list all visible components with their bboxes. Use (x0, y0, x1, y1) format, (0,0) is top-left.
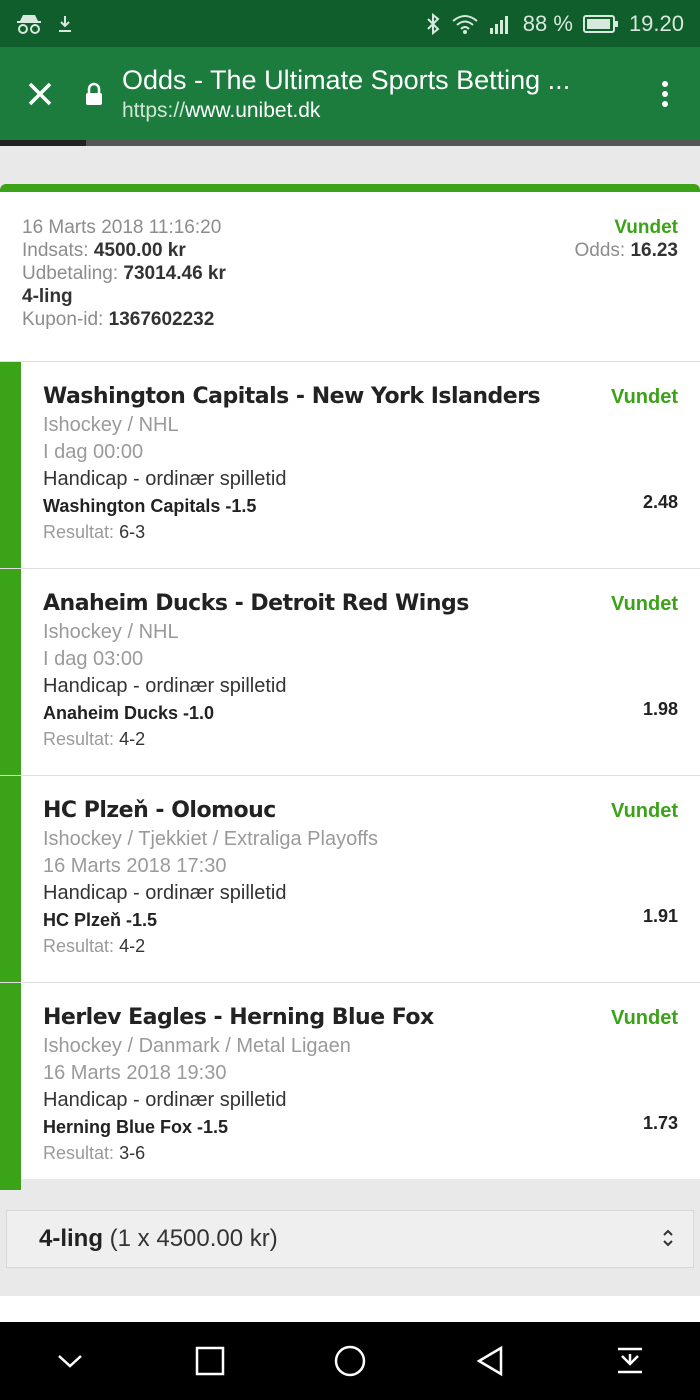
leg-selection: Washington Capitals -1.5 (43, 496, 257, 516)
bet-leg: Washington Capitals - New York Islanders… (0, 362, 700, 569)
ticket-summary: 16 Marts 2018 11:16:20 Indsats: 4500.00 … (0, 192, 700, 362)
leg-odds: 2.48 (642, 492, 678, 512)
ticket-payout: Udbetaling: 73014.46 kr (22, 263, 226, 284)
bet-leg: Anaheim Ducks - Detroit Red Wings Vundet… (0, 569, 700, 776)
more-vert-icon (662, 80, 668, 107)
leg-match: Washington Capitals - New York Islanders (43, 384, 541, 409)
leg-status: Vundet (610, 1007, 678, 1029)
leg-selection: HC Plzeň -1.5 (43, 910, 158, 930)
bet-ticket-card: 16 Marts 2018 11:16:20 Indsats: 4500.00 … (0, 184, 700, 1190)
leg-odds: 1.98 (642, 699, 678, 719)
bet-history-content: 16 Marts 2018 11:16:20 Indsats: 4500.00 … (0, 146, 700, 1322)
bet-type-selector[interactable]: 4-ling (1 x 4500.00 kr) (6, 1210, 694, 1268)
status-bar: 88 % 19.20 (0, 0, 700, 47)
overflow-menu-button[interactable] (630, 47, 700, 140)
leg-league: Ishockey / Danmark / Metal Ligaen (43, 1035, 351, 1057)
leg-match: Anaheim Ducks - Detroit Red Wings (43, 591, 469, 616)
ticket-status: Vundet (614, 217, 678, 238)
leg-time: 16 Marts 2018 19:30 (43, 1062, 227, 1084)
chevron-updown-icon (661, 1227, 675, 1256)
leg-market: Handicap - ordinær spilletid (43, 1089, 287, 1111)
back-button[interactable] (450, 1322, 530, 1400)
leg-league: Ishockey / Tjekkiet / Extraliga Playoffs (43, 828, 378, 850)
recent-apps-button[interactable] (170, 1322, 250, 1400)
wifi-icon (451, 13, 479, 35)
hide-nav-button[interactable] (30, 1322, 110, 1400)
clock: 19.20 (628, 10, 684, 36)
circle-icon (334, 1345, 366, 1377)
browser-toolbar: Odds - The Ultimate Sports Betting ... h… (0, 47, 700, 140)
leg-market: Handicap - ordinær spilletid (43, 882, 287, 904)
ticket-bet-type: 4-ling (22, 286, 73, 307)
home-button[interactable] (310, 1322, 390, 1400)
leg-selection: Anaheim Ducks -1.0 (43, 703, 215, 723)
leg-match: Herlev Eagles - Herning Blue Fox (43, 1005, 434, 1030)
leg-status: Vundet (610, 593, 678, 615)
close-icon (28, 82, 52, 105)
page-title: Odds - The Ultimate Sports Betting ... (122, 64, 571, 95)
leg-odds: 1.73 (642, 1113, 678, 1133)
selector-detail: (1 x 4500.00 kr) (109, 1225, 278, 1252)
bet-leg: Herlev Eagles - Herning Blue Fox Vundet … (0, 983, 700, 1190)
battery-percent: 88 % (522, 10, 573, 36)
bet-leg: HC Plzeň - Olomouc Vundet Ishockey / Tje… (0, 776, 700, 983)
page-title-block[interactable]: Odds - The Ultimate Sports Betting ... h… (114, 65, 630, 123)
leg-time: I dag 00:00 (43, 441, 144, 463)
leg-time: 16 Marts 2018 17:30 (43, 855, 227, 877)
leg-selection: Herning Blue Fox -1.5 (43, 1117, 229, 1137)
notifications-pulldown-button[interactable] (590, 1322, 670, 1400)
signal-icon (489, 13, 513, 35)
leg-market: Handicap - ordinær spilletid (43, 675, 287, 697)
selector-type: 4-ling (39, 1225, 103, 1252)
bluetooth-icon (425, 12, 441, 36)
leg-market: Handicap - ordinær spilletid (43, 468, 287, 490)
ticket-odds: Odds: 16.23 (574, 240, 678, 261)
battery-icon (582, 14, 619, 34)
close-button[interactable] (0, 47, 80, 140)
system-nav-bar (0, 1322, 700, 1400)
content-footer-strip (0, 1296, 700, 1322)
leg-league: Ishockey / NHL (43, 621, 179, 643)
leg-match: HC Plzeň - Olomouc (43, 798, 276, 823)
ticket-coupon: Kupon-id: 1367602232 (22, 309, 215, 330)
leg-result: Resultat: 4-2 (43, 936, 146, 956)
lock-icon[interactable] (74, 82, 114, 106)
leg-status: Vundet (610, 386, 678, 408)
leg-odds: 1.91 (642, 906, 678, 926)
download-icon (56, 13, 74, 35)
incognito-icon (16, 13, 42, 35)
page-url: https://www.unibet.dk (122, 98, 321, 122)
leg-result: Resultat: 3-6 (43, 1143, 146, 1163)
triangle-back-icon (476, 1345, 503, 1377)
square-icon (195, 1346, 225, 1376)
leg-result: Resultat: 6-3 (43, 522, 146, 542)
leg-league: Ishockey / NHL (43, 414, 179, 436)
chevron-down-icon (58, 1355, 82, 1368)
pull-down-icon (618, 1347, 642, 1374)
leg-result: Resultat: 4-2 (43, 729, 146, 749)
leg-status: Vundet (610, 800, 678, 822)
leg-time: I dag 03:00 (43, 648, 144, 670)
